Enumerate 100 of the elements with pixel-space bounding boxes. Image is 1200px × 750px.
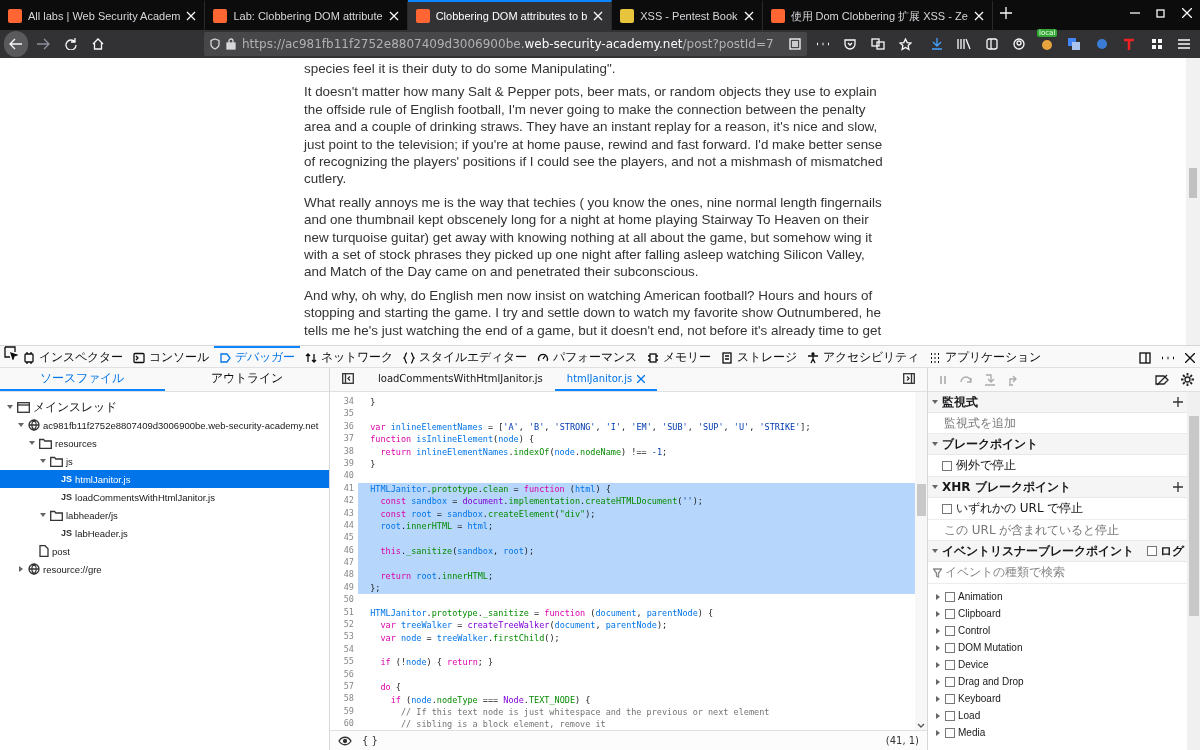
event-category[interactable]: Clipboard	[958, 608, 1001, 619]
extension-icon[interactable]	[1094, 37, 1109, 51]
checkbox[interactable]	[945, 693, 955, 704]
disclosure-triangle-icon[interactable]	[931, 440, 939, 448]
devtools-tab[interactable]: アプリケーション	[924, 346, 1046, 367]
tree-item[interactable]: resources	[0, 434, 329, 452]
devtools-tab[interactable]: インスペクター	[18, 346, 128, 367]
checkbox[interactable]	[945, 625, 955, 636]
deactivate-breakpoints-icon[interactable]	[1155, 373, 1169, 386]
event-category[interactable]: Control	[958, 625, 991, 636]
bookmark-star-icon[interactable]	[898, 37, 912, 51]
event-category[interactable]: Animation	[958, 591, 1003, 602]
reload-icon[interactable]	[64, 38, 77, 50]
filter-icon[interactable]	[933, 567, 942, 578]
disclosure-triangle-icon[interactable]	[28, 439, 36, 447]
browser-tab[interactable]: Clobbering DOM attributes to b	[407, 0, 613, 30]
braces-icon[interactable]	[403, 351, 415, 364]
panel-tab[interactable]: アウトライン	[164, 368, 329, 391]
more-icon[interactable]	[1161, 355, 1175, 360]
address-bar[interactable]: https://ac981fb11f2752e8807409d3006900be.web-security-academy.net/post?postId=7	[204, 32, 808, 56]
extensions-grid-icon[interactable]	[1150, 38, 1163, 50]
sidebar-toggle-icon[interactable]	[903, 373, 915, 384]
disclosure-triangle-icon[interactable]	[39, 511, 47, 519]
disclosure-triangle-icon[interactable]	[931, 483, 939, 491]
disclosure-triangle-icon[interactable]	[931, 547, 939, 555]
editor-tab[interactable]: loadCommentsWithHtmlJanitor.js	[366, 368, 555, 391]
panel-tab[interactable]: ソースファイル	[0, 368, 165, 391]
chip-icon[interactable]	[647, 351, 659, 364]
scrollbar-thumb[interactable]	[916, 484, 926, 516]
disclosure-triangle-icon[interactable]	[17, 565, 25, 573]
account-icon[interactable]	[1013, 38, 1026, 50]
devtools-tab[interactable]: パフォーマンス	[532, 346, 642, 367]
tree-item[interactable]: メインスレッド	[0, 398, 329, 416]
pocket-icon[interactable]	[844, 38, 857, 50]
pretty-print-button[interactable]: { }	[362, 735, 378, 746]
devtools-tab[interactable]: ストレージ	[716, 346, 802, 367]
scroll-down-icon[interactable]	[917, 723, 925, 728]
section-header[interactable]: XHR ブレークポイント	[928, 477, 1187, 498]
devtools-tab[interactable]: スタイルエディター	[398, 346, 532, 367]
disclosure-triangle-icon[interactable]	[17, 421, 25, 429]
element-picker-icon[interactable]	[4, 346, 18, 360]
event-category[interactable]: Drag and Drop	[958, 676, 1024, 687]
disclosure-triangle-icon[interactable]	[6, 403, 14, 411]
plus-icon[interactable]	[1172, 396, 1184, 408]
network-icon[interactable]	[305, 351, 317, 364]
tree-item[interactable]: JS htmlJanitor.js	[0, 470, 329, 488]
forward-icon[interactable]	[36, 38, 51, 50]
new-tab-icon[interactable]	[999, 7, 1012, 19]
disclosure-triangle-icon[interactable]	[39, 457, 47, 465]
tree-item[interactable]: labheader/js	[0, 506, 329, 524]
event-search-field[interactable]: イベントの種類で検索	[928, 562, 1187, 584]
editor-tab[interactable]: htmlJanitor.js	[554, 368, 658, 391]
scrollbar[interactable]	[915, 392, 927, 730]
section-header[interactable]: ブレークポイント	[928, 434, 1187, 455]
shield-icon[interactable]	[210, 38, 220, 50]
console-icon[interactable]	[133, 351, 145, 364]
translate-icon[interactable]	[870, 38, 885, 50]
gauge-icon[interactable]	[537, 351, 549, 364]
tree-item[interactable]: ac981fb11f2752e8807409d3006900be.web-security-academy.net	[0, 416, 329, 434]
plus-icon[interactable]	[1172, 481, 1184, 493]
event-category[interactable]: Keyboard	[958, 693, 1001, 704]
devtools-tab[interactable]: アクセシビリティ	[802, 346, 924, 367]
devtools-tab[interactable]: コンソール	[128, 346, 214, 367]
checkbox[interactable]	[945, 659, 955, 670]
translate-icon[interactable]	[1067, 37, 1082, 51]
checkbox[interactable]	[945, 591, 955, 602]
extension-icon[interactable]	[1039, 37, 1054, 51]
download-icon[interactable]	[930, 38, 943, 50]
sidebar-icon[interactable]	[985, 38, 998, 50]
sidebar-toggle-icon[interactable]	[342, 373, 354, 384]
home-icon[interactable]	[92, 38, 105, 50]
section-header[interactable]: イベントリスナーブレークポイント ログ	[928, 541, 1187, 562]
scrollbar[interactable]	[1187, 392, 1200, 750]
checkbox[interactable]	[945, 727, 955, 738]
lock-icon[interactable]	[226, 38, 236, 50]
tree-item[interactable]: JS labHeader.js	[0, 524, 329, 542]
checkbox[interactable]	[945, 676, 955, 687]
restore-icon[interactable]	[1156, 8, 1166, 18]
checkbox[interactable]	[942, 503, 952, 514]
checkbox[interactable]	[945, 608, 955, 619]
grid-icon[interactable]	[929, 351, 941, 364]
debugger-icon[interactable]	[219, 351, 231, 364]
settings-icon[interactable]	[1181, 373, 1194, 386]
storage-icon[interactable]	[721, 351, 733, 364]
extension-icon[interactable]	[1123, 38, 1136, 50]
event-category[interactable]: Device	[958, 659, 989, 670]
checkbox[interactable]	[1147, 546, 1157, 556]
tree-item[interactable]: resource://gre	[0, 560, 329, 578]
reader-view-icon[interactable]	[789, 38, 802, 50]
event-category[interactable]: Load	[958, 710, 981, 721]
checkbox[interactable]	[945, 642, 955, 653]
disclosure-triangle-icon[interactable]	[931, 398, 939, 406]
scrollbar[interactable]	[1186, 58, 1200, 345]
menu-icon[interactable]	[1178, 39, 1191, 49]
checkbox[interactable]	[945, 710, 955, 721]
event-category[interactable]: DOM Mutation	[958, 642, 1023, 653]
event-category[interactable]: Media	[958, 727, 986, 738]
scrollbar-thumb[interactable]	[1189, 168, 1197, 198]
tree-item[interactable]: post	[0, 542, 329, 560]
section-header[interactable]: 監視式	[928, 392, 1187, 413]
